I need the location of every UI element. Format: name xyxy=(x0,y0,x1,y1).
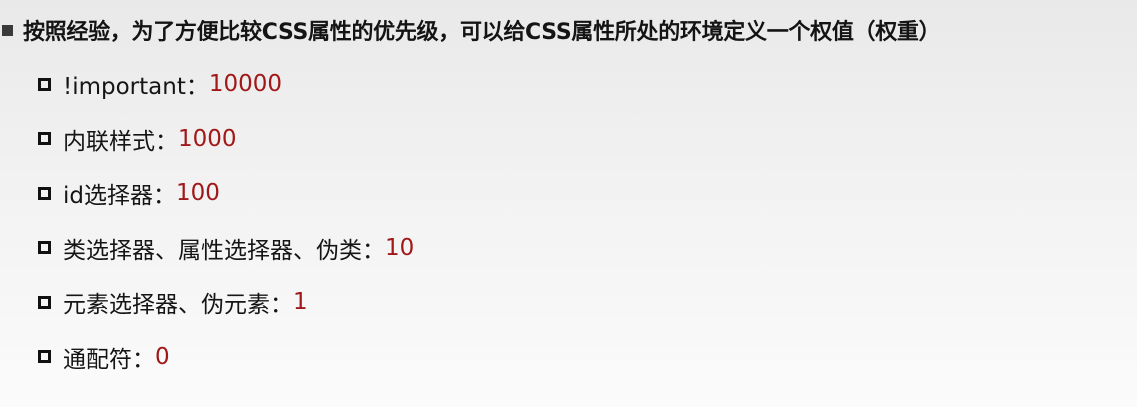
list-item: id选择器： 100 xyxy=(38,166,414,221)
list-item: !important： 10000 xyxy=(38,57,414,112)
item-label: 元素选择器、伪元素： xyxy=(63,292,293,319)
item-label: 类选择器、属性选择器、伪类： xyxy=(63,237,385,264)
hollow-square-bullet-icon xyxy=(38,132,51,146)
item-value: 10000 xyxy=(208,71,283,98)
item-value: 10 xyxy=(385,234,415,261)
hollow-square-bullet-icon xyxy=(38,350,51,364)
heading-text: 按照经验，为了方便比较CSS属性的优先级，可以给CSS属性所处的环境定义一个权值… xyxy=(23,20,941,45)
specificity-list: !important： 10000 内联样式： 1000 id选择器： 100 … xyxy=(38,57,414,384)
slide: 按照经验，为了方便比较CSS属性的优先级，可以给CSS属性所处的环境定义一个权值… xyxy=(0,0,1137,407)
list-item: 类选择器、属性选择器、伪类： 10 xyxy=(38,221,414,276)
item-label: id选择器： xyxy=(63,183,176,210)
item-value: 100 xyxy=(176,180,220,207)
item-value: 0 xyxy=(155,343,170,370)
hollow-square-bullet-icon xyxy=(38,295,51,309)
filled-square-bullet-icon xyxy=(2,24,13,36)
item-label: !important： xyxy=(63,74,209,101)
list-item: 元素选择器、伪元素： 1 xyxy=(38,275,414,330)
slide-heading: 按照经验，为了方便比较CSS属性的优先级，可以给CSS属性所处的环境定义一个权值… xyxy=(0,10,941,50)
item-label: 通配符： xyxy=(63,346,155,373)
item-label: 内联样式： xyxy=(63,128,178,155)
list-item: 内联样式： 1000 xyxy=(38,112,414,167)
hollow-square-bullet-icon xyxy=(38,241,51,255)
list-item: 通配符： 0 xyxy=(38,330,414,385)
item-value: 1000 xyxy=(178,125,237,152)
item-value: 1 xyxy=(293,289,308,316)
hollow-square-bullet-icon xyxy=(38,186,51,200)
hollow-square-bullet-icon xyxy=(38,77,51,91)
